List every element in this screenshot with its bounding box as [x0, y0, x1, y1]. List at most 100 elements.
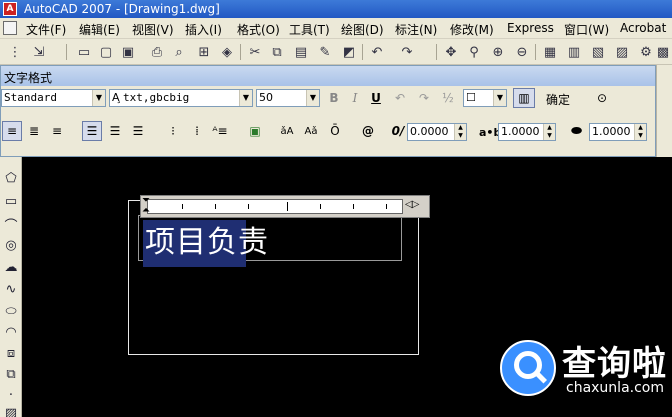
menu-dimension[interactable]: 标注(N) [395, 21, 437, 38]
ellipse-icon[interactable]: ⬭ [2, 302, 20, 320]
bullets-icon[interactable]: ⁞ [187, 121, 207, 141]
oblique-angle-input[interactable]: 0.0000 ▲ ▼ [407, 123, 467, 141]
spinner-arrows-icon[interactable]: ▲ ▼ [634, 124, 646, 140]
open-file-icon[interactable]: ▢ [97, 43, 115, 61]
block-editor-icon[interactable]: ◩ [340, 43, 358, 61]
paste-icon[interactable]: ▤ [292, 43, 310, 61]
plot-preview-icon[interactable]: ⌕ [170, 43, 188, 61]
chevron-down-icon[interactable]: ▼ [92, 90, 105, 106]
menu-draw[interactable]: 绘图(D) [341, 21, 384, 38]
menu-modify[interactable]: 修改(M) [450, 21, 494, 38]
zoom-previous-icon[interactable]: ⊖ [513, 43, 531, 61]
italic-button[interactable]: I [345, 88, 365, 108]
chevron-down-icon[interactable]: ▼ [493, 90, 506, 106]
hatch-icon[interactable]: ▨ [2, 404, 20, 417]
undo-icon[interactable]: ↶ [390, 88, 410, 108]
sheet-set-icon[interactable]: ▨ [613, 43, 631, 61]
text-color-select[interactable]: ☐ ▼ [463, 89, 507, 107]
menu-tools[interactable]: 工具(T) [289, 21, 330, 38]
text-formatting-toolbar: 文字格式 Standard ▼ A̧ txt,gbcbig ▼ 50 ▼ B I… [0, 65, 656, 157]
uppercase-button[interactable]: ǎA [277, 121, 297, 141]
calculator-icon[interactable]: ▩ [654, 43, 672, 61]
stack-icon[interactable]: ½ [438, 88, 458, 108]
menu-window[interactable]: 窗口(W) [564, 21, 609, 38]
point-icon[interactable]: · [2, 386, 20, 404]
publish-icon[interactable]: ⊞ [195, 43, 213, 61]
valign-middle-icon[interactable]: ☰ [105, 121, 125, 141]
new-file-icon[interactable]: ▭ [75, 43, 93, 61]
menu-file[interactable]: 文件(F) [26, 21, 66, 38]
numbering-icon[interactable]: ⁝ [163, 121, 183, 141]
underline-button[interactable]: U [366, 88, 386, 108]
cut-icon[interactable]: ✂ [246, 43, 264, 61]
chevron-down-icon[interactable]: ▼ [239, 90, 252, 106]
align-right-icon[interactable]: ≡ [47, 121, 67, 141]
menu-edit[interactable]: 编辑(E) [79, 21, 120, 38]
copy-icon[interactable]: ⧉ [268, 43, 286, 61]
toolbar-separator [362, 44, 363, 60]
overline-button[interactable]: Ō [325, 121, 345, 141]
spinner-arrows-icon[interactable]: ▲ ▼ [543, 124, 555, 140]
menu-express[interactable]: Express [507, 21, 554, 35]
options-chevron-icon[interactable]: ⊙ [592, 88, 612, 108]
watermark-logo: 查询啦 chaxunla.com [492, 330, 672, 417]
undo-icon[interactable]: ↶ [368, 43, 386, 61]
redo-icon[interactable]: ↷ [414, 88, 434, 108]
text-height-select[interactable]: 50 ▼ [256, 89, 320, 107]
menu-format[interactable]: 格式(O) [237, 21, 280, 38]
mtext-ruler[interactable]: ⏷ ⏶ ◁▷ [140, 195, 430, 218]
bold-button[interactable]: B [324, 88, 344, 108]
menu-acrobat[interactable]: Acrobat [620, 21, 666, 35]
document-icon[interactable] [3, 21, 17, 35]
spline-icon[interactable]: ∿ [2, 280, 20, 298]
align-center-icon[interactable]: ≣ [24, 121, 44, 141]
toolbar-separator [535, 44, 536, 60]
valign-bottom-icon[interactable]: ☰ [128, 121, 148, 141]
spinner-arrows-icon[interactable]: ▲ ▼ [454, 124, 466, 140]
font-glyph-icon: A̧ [112, 91, 120, 104]
valign-top-icon[interactable]: ☰ [82, 121, 102, 141]
polygon-icon[interactable]: ⬠ [2, 169, 20, 187]
text-formatting-caption[interactable]: 文字格式 [1, 66, 655, 86]
tool-palettes-icon[interactable]: ▧ [589, 43, 607, 61]
chevron-down-icon[interactable]: ▼ [306, 90, 319, 106]
rectangle-icon[interactable]: ▭ [2, 192, 20, 210]
insert-field-icon[interactable]: ▣ [245, 121, 265, 141]
insert-block-icon[interactable]: ⧈ [2, 344, 20, 362]
match-properties-icon[interactable]: ✎ [316, 43, 334, 61]
3d-dwf-icon[interactable]: ◈ [218, 43, 236, 61]
menu-insert[interactable]: 插入(I) [185, 21, 222, 38]
align-left-icon[interactable]: ≡ [2, 121, 22, 141]
toolbar-grip-icon[interactable]: ⋮ [6, 43, 24, 61]
text-style-select[interactable]: Standard ▼ [1, 89, 106, 107]
ruler-track[interactable] [147, 199, 403, 214]
markup-icon[interactable]: ⚙ [637, 43, 655, 61]
ruler-toggle-icon[interactable]: ▥ [513, 88, 535, 108]
width-resize-icon[interactable]: ◁▷ [405, 199, 419, 210]
symbol-button[interactable]: @ [358, 121, 378, 141]
indent-marker-icon[interactable]: ⏷ ⏶ [142, 196, 151, 217]
make-block-icon[interactable]: ⧉ [2, 365, 20, 383]
autocad-app-icon[interactable]: A [3, 2, 17, 16]
pin-icon[interactable]: ⇲ [30, 43, 48, 61]
revision-cloud-icon[interactable]: ☁ [2, 258, 20, 276]
width-factor-input[interactable]: 1.0000 ▲ ▼ [589, 123, 647, 141]
redo-icon[interactable]: ↷ [398, 43, 416, 61]
menu-view[interactable]: 视图(V) [132, 21, 174, 38]
arc-icon[interactable]: ⌒ [2, 215, 20, 234]
pan-icon[interactable]: ✥ [442, 43, 460, 61]
zoom-window-icon[interactable]: ⊕ [489, 43, 507, 61]
ok-button[interactable]: 确定 [546, 91, 570, 108]
lettering-icon[interactable]: ᴬ≡ [210, 121, 230, 141]
save-icon[interactable]: ▣ [119, 43, 137, 61]
circle-icon[interactable]: ◎ [2, 236, 20, 254]
selected-mtext[interactable]: 项目负责 [143, 220, 268, 267]
design-center-icon[interactable]: ▥ [565, 43, 583, 61]
tracking-input[interactable]: 1.0000 ▲ ▼ [498, 123, 556, 141]
zoom-realtime-icon[interactable]: ⚲ [465, 43, 483, 61]
plot-icon[interactable]: ⎙ [148, 43, 166, 61]
properties-icon[interactable]: ▦ [541, 43, 559, 61]
font-select[interactable]: A̧ txt,gbcbig ▼ [109, 89, 253, 107]
lowercase-button[interactable]: Aǎ [301, 121, 321, 141]
ellipse-arc-icon[interactable]: ◠ [2, 323, 20, 341]
